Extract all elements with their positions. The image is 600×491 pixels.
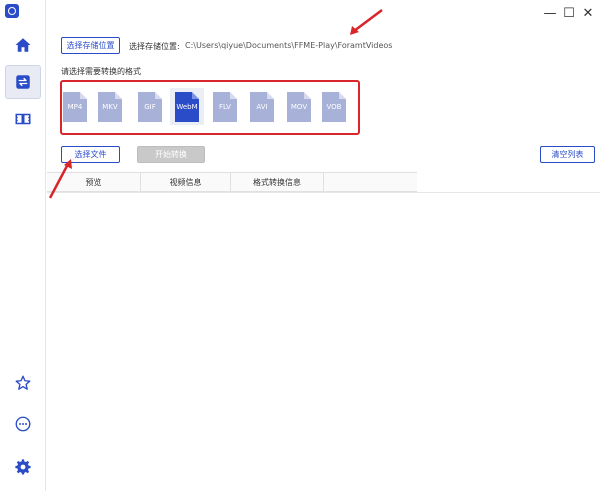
annotation-arrows: [48, 9, 383, 199]
arrow-to-path: [350, 9, 383, 35]
arrow-to-select-file: [48, 159, 72, 199]
